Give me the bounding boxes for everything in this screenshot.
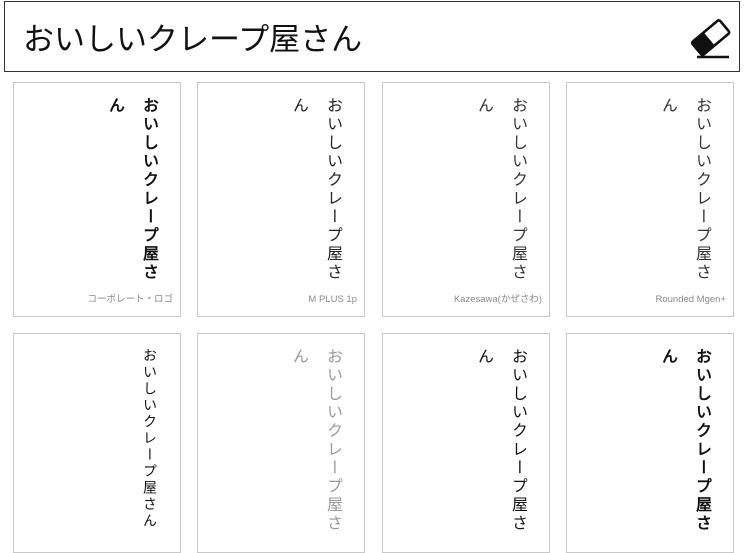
card-font-name: Kazesawa(かぜさわ) — [453, 294, 542, 305]
eraser-icon — [690, 19, 731, 59]
card-sample-text: おいしいクレープ屋さん — [659, 348, 712, 533]
card-sample-text: おいしいクレープ屋さん — [290, 348, 343, 533]
card-sample-text: おいしいクレープ屋さん — [290, 97, 343, 282]
card-font-name: Rounded Mgen+ — [655, 294, 726, 305]
font-card-m-plus-1p[interactable]: おいしいクレープ屋さん M PLUS 1p — [197, 82, 365, 317]
font-card-kazesawa[interactable]: おいしいクレープ屋さん Kazesawa(かぜさわ) — [382, 82, 550, 317]
font-card[interactable]: おいしいクレープ屋さん — [566, 333, 734, 553]
card-sample-text: おいしいクレープ屋さん — [475, 97, 528, 282]
card-sample-text: おいしいクレープ屋さん — [106, 97, 159, 282]
font-card[interactable]: おいしいクレープ屋さん — [197, 333, 365, 553]
card-sample-text: おいしいクレープ屋さん — [659, 97, 712, 282]
font-card-corporate-logo[interactable]: おいしいクレープ屋さん コーポレート・ロゴ — [13, 82, 181, 317]
font-card[interactable]: おいしいクレープ屋さん — [13, 333, 181, 553]
text-entry-bar — [4, 1, 740, 72]
card-sample-text: おいしいクレープ屋さん — [141, 348, 157, 530]
card-font-name: コーポレート・ロゴ — [87, 294, 173, 305]
font-card[interactable]: おいしいクレープ屋さん — [382, 333, 550, 553]
font-card-rounded-mgen[interactable]: おいしいクレープ屋さん Rounded Mgen+ — [566, 82, 734, 317]
card-sample-text: おいしいクレープ屋さん — [475, 348, 528, 533]
card-font-name: M PLUS 1p — [308, 294, 357, 305]
clear-button[interactable] — [689, 16, 733, 60]
sample-text-input[interactable] — [5, 2, 675, 71]
